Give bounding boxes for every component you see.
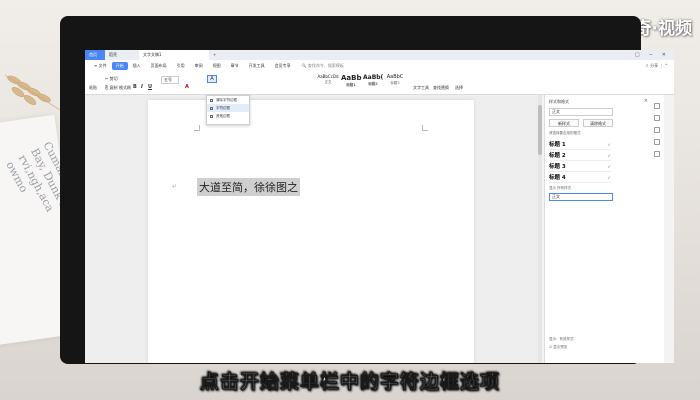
- new-tab-button[interactable]: +: [209, 50, 219, 60]
- side-tool-icon[interactable]: [654, 127, 660, 133]
- style-item-heading-4[interactable]: 标题 4 ✓: [549, 173, 611, 183]
- scrollbar-thumb[interactable]: [538, 105, 542, 155]
- style-name: 标题1: [346, 83, 356, 87]
- dropdown-item-character-border[interactable]: 字符边框: [207, 104, 249, 112]
- dropdown-item-clear-border[interactable]: 清除字符边框: [207, 96, 249, 104]
- video-caption: 点击开始菜单栏中的字符边框选项: [199, 371, 500, 394]
- show-preview-checkbox[interactable]: ☑ 显示预览: [549, 343, 574, 351]
- select-button[interactable]: 选择: [455, 85, 463, 91]
- share-area[interactable]: ⇧ 分享 ⋮ ^: [645, 60, 668, 71]
- cut-button[interactable]: ✂ 剪切: [105, 76, 118, 82]
- menu-view[interactable]: 视图: [208, 63, 226, 69]
- display-style-select[interactable]: 正文: [549, 193, 613, 201]
- wps-window: 首页 稻壳 文字文稿1 + □ ─ ✕ ≡ 文件 开始 插入 页面布局 引用 审…: [85, 50, 674, 363]
- copy-button[interactable]: ⎘ 复制: [105, 85, 117, 91]
- style-heading-3[interactable]: AaBbC 标题3: [385, 74, 405, 90]
- side-tool-icon[interactable]: [654, 115, 660, 121]
- tab-home[interactable]: 首页: [85, 50, 105, 60]
- menu-chapter[interactable]: 章节: [226, 63, 244, 69]
- text-tool-button[interactable]: 文字工具: [413, 85, 429, 91]
- section-label: 请选择要应用的格式: [549, 131, 581, 135]
- document-page[interactable]: ↵ 大道至简，徐徐图之: [148, 100, 474, 363]
- format-painter-button[interactable]: 格式刷: [119, 85, 131, 91]
- command-search[interactable]: 🔍 查找命令、搜索模板: [302, 63, 344, 69]
- border-icon: [210, 98, 213, 102]
- style-sample: AaBb(: [363, 74, 384, 81]
- find-replace-button[interactable]: 查找替换: [433, 85, 449, 91]
- menu-bar: ≡ 文件 开始 插入 页面布局 引用 审阅 视图 章节 开发工具 会员专享 🔍 …: [85, 60, 674, 71]
- window-controls[interactable]: □ ─ ✕: [635, 50, 670, 60]
- font-size-select[interactable]: 五号: [161, 76, 179, 84]
- tab-bar: 首页 稻壳 文字文稿1 + □ ─ ✕: [85, 50, 674, 60]
- style-heading-2[interactable]: AaBb( 标题2: [363, 74, 383, 90]
- menu-references[interactable]: 引用: [172, 63, 190, 69]
- menu-file[interactable]: ≡ 文件: [89, 63, 112, 69]
- style-item-heading-3[interactable]: 标题 3 ✓: [549, 162, 611, 172]
- border-icon: [210, 114, 213, 118]
- side-tool-icon[interactable]: [654, 103, 660, 109]
- italic-button[interactable]: I: [141, 84, 143, 90]
- show-valid-styles[interactable]: 显示：有效样式: [549, 335, 574, 343]
- panel-footer: 显示：有效样式 ☑ 显示预览: [549, 335, 574, 351]
- style-name: 标题3: [390, 81, 400, 85]
- tab-document[interactable]: 文字文稿1: [139, 50, 209, 60]
- menu-review[interactable]: 审阅: [190, 63, 208, 69]
- new-style-button[interactable]: 新样式: [549, 119, 579, 127]
- current-style-select[interactable]: 正文: [549, 108, 613, 116]
- styles-panel: 样式和格式 × 正文 新样式 清除格式 请选择要应用的格式 标题 1 ✓ 标题 2…: [544, 95, 664, 363]
- menu-developer[interactable]: 开发工具: [244, 63, 270, 69]
- vertical-scrollbar[interactable]: [538, 95, 542, 363]
- border-icon: [210, 106, 213, 110]
- margin-corner: [422, 125, 428, 131]
- selected-text[interactable]: 大道至简，徐徐图之: [197, 178, 300, 196]
- clear-format-button[interactable]: 清除格式: [583, 119, 613, 127]
- panel-title: 样式和格式: [549, 99, 569, 104]
- document-area: ↵ 大道至简，徐徐图之: [85, 95, 538, 363]
- tab-daoke[interactable]: 稻壳: [105, 50, 139, 60]
- check-icon: ✓: [607, 164, 611, 169]
- ribbon-toolbar: 粘贴 ✂ 剪切 ⎘ 复制 格式刷 五号 B I U A A AaBbCcDd 正…: [85, 71, 674, 95]
- menu-insert[interactable]: 插入: [128, 63, 146, 69]
- close-icon[interactable]: ×: [644, 98, 648, 104]
- style-item-heading-2[interactable]: 标题 2 ✓: [549, 151, 611, 161]
- check-icon: ✓: [607, 153, 611, 158]
- style-name: 正文: [324, 80, 332, 84]
- style-sample: AaBbC: [386, 74, 404, 80]
- style-name: 标题2: [368, 82, 378, 86]
- check-icon: ✓: [607, 175, 611, 180]
- side-tool-icon[interactable]: [654, 151, 660, 157]
- dropdown-item-other-border[interactable]: 其他边框: [207, 112, 249, 120]
- style-item-heading-1[interactable]: 标题 1 ✓: [549, 140, 611, 150]
- character-border-dropdown: 清除字符边框 字符边框 其他边框: [206, 95, 250, 125]
- underline-button[interactable]: U: [148, 84, 152, 90]
- style-normal[interactable]: AaBbCcDd 正文: [317, 74, 339, 90]
- monitor: 首页 稻壳 文字文稿1 + □ ─ ✕ ≡ 文件 开始 插入 页面布局 引用 审…: [60, 16, 674, 364]
- style-sample: AaBbCcDd: [317, 74, 339, 79]
- bold-button[interactable]: B: [133, 84, 137, 90]
- style-sample: AaBb: [341, 74, 362, 82]
- side-toolbar: [654, 103, 662, 163]
- font-color-button[interactable]: A: [185, 84, 189, 90]
- check-icon: ✓: [607, 142, 611, 147]
- menu-page-layout[interactable]: 页面布局: [146, 63, 172, 69]
- menu-start[interactable]: 开始: [111, 61, 128, 70]
- margin-corner: [194, 125, 200, 131]
- paste-button[interactable]: 粘贴: [89, 85, 97, 91]
- style-heading-1[interactable]: AaBb 标题1: [341, 74, 362, 90]
- display-label: 显示 所有样式: [549, 186, 572, 190]
- menu-member[interactable]: 会员专享: [270, 63, 296, 69]
- paragraph-mark: ↵: [172, 183, 178, 190]
- character-border-button[interactable]: A: [207, 75, 217, 83]
- side-tool-icon[interactable]: [654, 139, 660, 145]
